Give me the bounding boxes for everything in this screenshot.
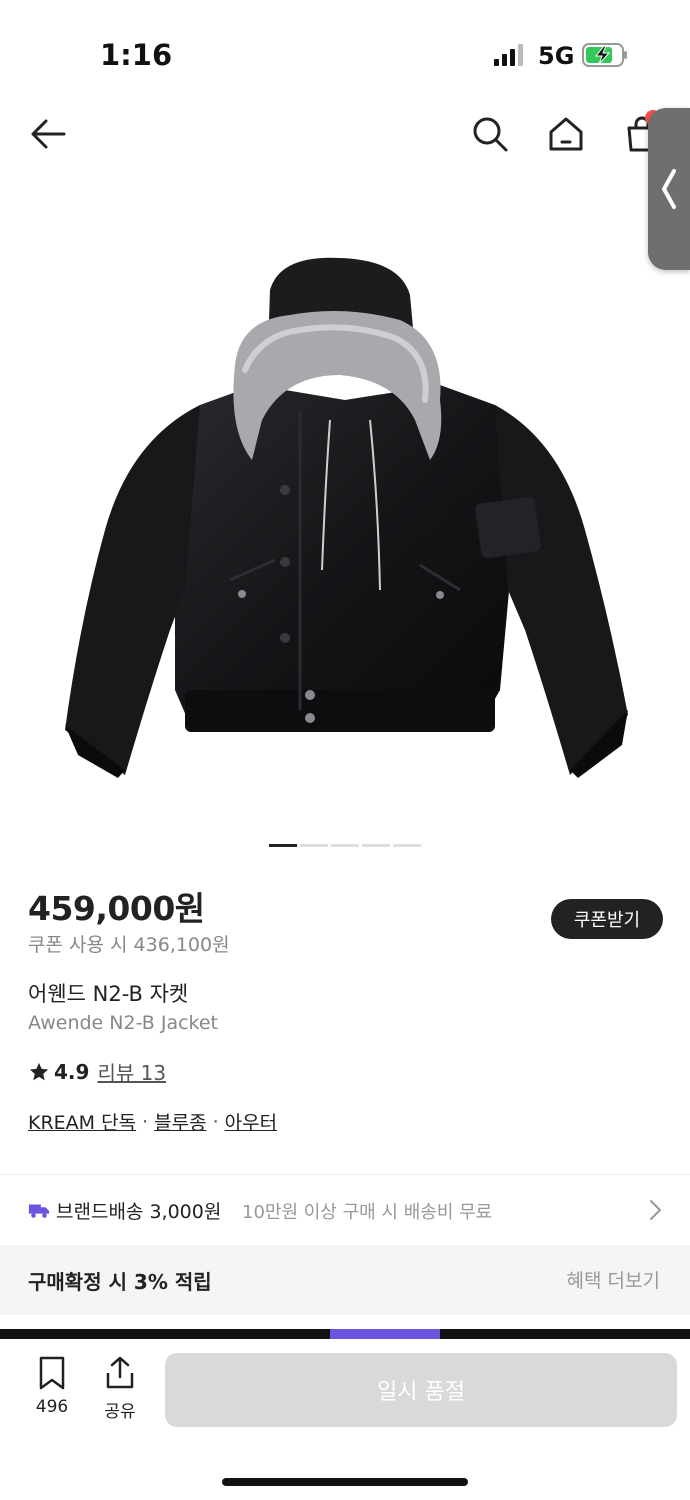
tag-kream-exclusive[interactable]: KREAM 단독: [28, 1108, 136, 1135]
benefit-more-link[interactable]: 혜택 더보기: [567, 1266, 660, 1293]
pager-dot-active: [269, 844, 297, 847]
top-navigation: [0, 100, 690, 170]
soldout-button[interactable]: 일시 품절: [165, 1353, 677, 1427]
share-icon: [106, 1356, 134, 1389]
content-peek: [0, 1329, 690, 1339]
pager-dot: [300, 844, 328, 847]
product-tags: KREAM 단독 · 블루종 · 아우터: [28, 1108, 277, 1135]
share-label: 공유: [104, 1402, 136, 1422]
battery-charging-icon: [582, 43, 627, 67]
back-button[interactable]: [24, 110, 72, 158]
product-name-english: Awende N2-B Jacket: [28, 1012, 218, 1034]
pager-dot: [331, 844, 359, 847]
product-price: 459,000원: [28, 889, 205, 928]
home-indicator: [222, 1478, 468, 1486]
image-pager: [269, 844, 421, 847]
rating-score: 4.9: [54, 1059, 90, 1084]
truck-icon: [28, 1204, 50, 1218]
bottom-action-bar: 496 공유 일시 품절: [0, 1339, 690, 1500]
content-peek-accent: [330, 1329, 440, 1339]
home-button[interactable]: [542, 110, 590, 158]
search-button[interactable]: [466, 110, 514, 158]
tag-blouson[interactable]: 블루종: [154, 1108, 206, 1135]
tag-separator: ·: [142, 1110, 149, 1133]
bookmark-button[interactable]: 496: [30, 1355, 74, 1417]
shipping-note: 10만원 이상 구매 시 배송비 무료: [242, 1202, 493, 1223]
product-rating: 4.9 리뷰 13: [28, 1057, 166, 1086]
status-bar: 1:16 5G: [0, 0, 690, 100]
chevron-right-icon: [650, 1200, 661, 1220]
cellular-signal-icon: [494, 44, 523, 66]
reviews-link[interactable]: 리뷰 13: [97, 1057, 166, 1086]
home-icon: [549, 117, 583, 151]
bookmark-icon: [39, 1356, 65, 1390]
star-icon: [29, 1062, 49, 1080]
coupon-button[interactable]: 쿠폰받기: [551, 899, 663, 939]
product-image[interactable]: [0, 170, 690, 820]
share-button[interactable]: 공유: [98, 1355, 142, 1422]
arrow-left-icon: [31, 119, 66, 149]
coupon-price: 쿠폰 사용 시 436,100원: [28, 934, 230, 956]
status-time: 1:16: [100, 38, 173, 72]
tag-separator: ·: [212, 1110, 219, 1133]
bookmark-count: 496: [35, 1397, 69, 1417]
benefit-row: 구매확정 시 3% 적립 혜택 더보기: [0, 1245, 690, 1315]
network-type: 5G: [538, 42, 575, 70]
pager-dot: [393, 844, 421, 847]
jacket-image: [65, 257, 628, 778]
tag-outer[interactable]: 아우터: [225, 1108, 277, 1135]
search-icon: [473, 117, 508, 152]
pager-dot: [362, 844, 390, 847]
shipping-info-row[interactable]: 브랜드배송 3,000원 10만원 이상 구매 시 배송비 무료: [0, 1175, 690, 1245]
product-name-korean: 어웬드 N2-B 자켓: [28, 982, 189, 1006]
benefit-text: 구매확정 시 3% 적립: [28, 1270, 212, 1294]
shipping-label: 브랜드배송 3,000원: [56, 1201, 222, 1223]
